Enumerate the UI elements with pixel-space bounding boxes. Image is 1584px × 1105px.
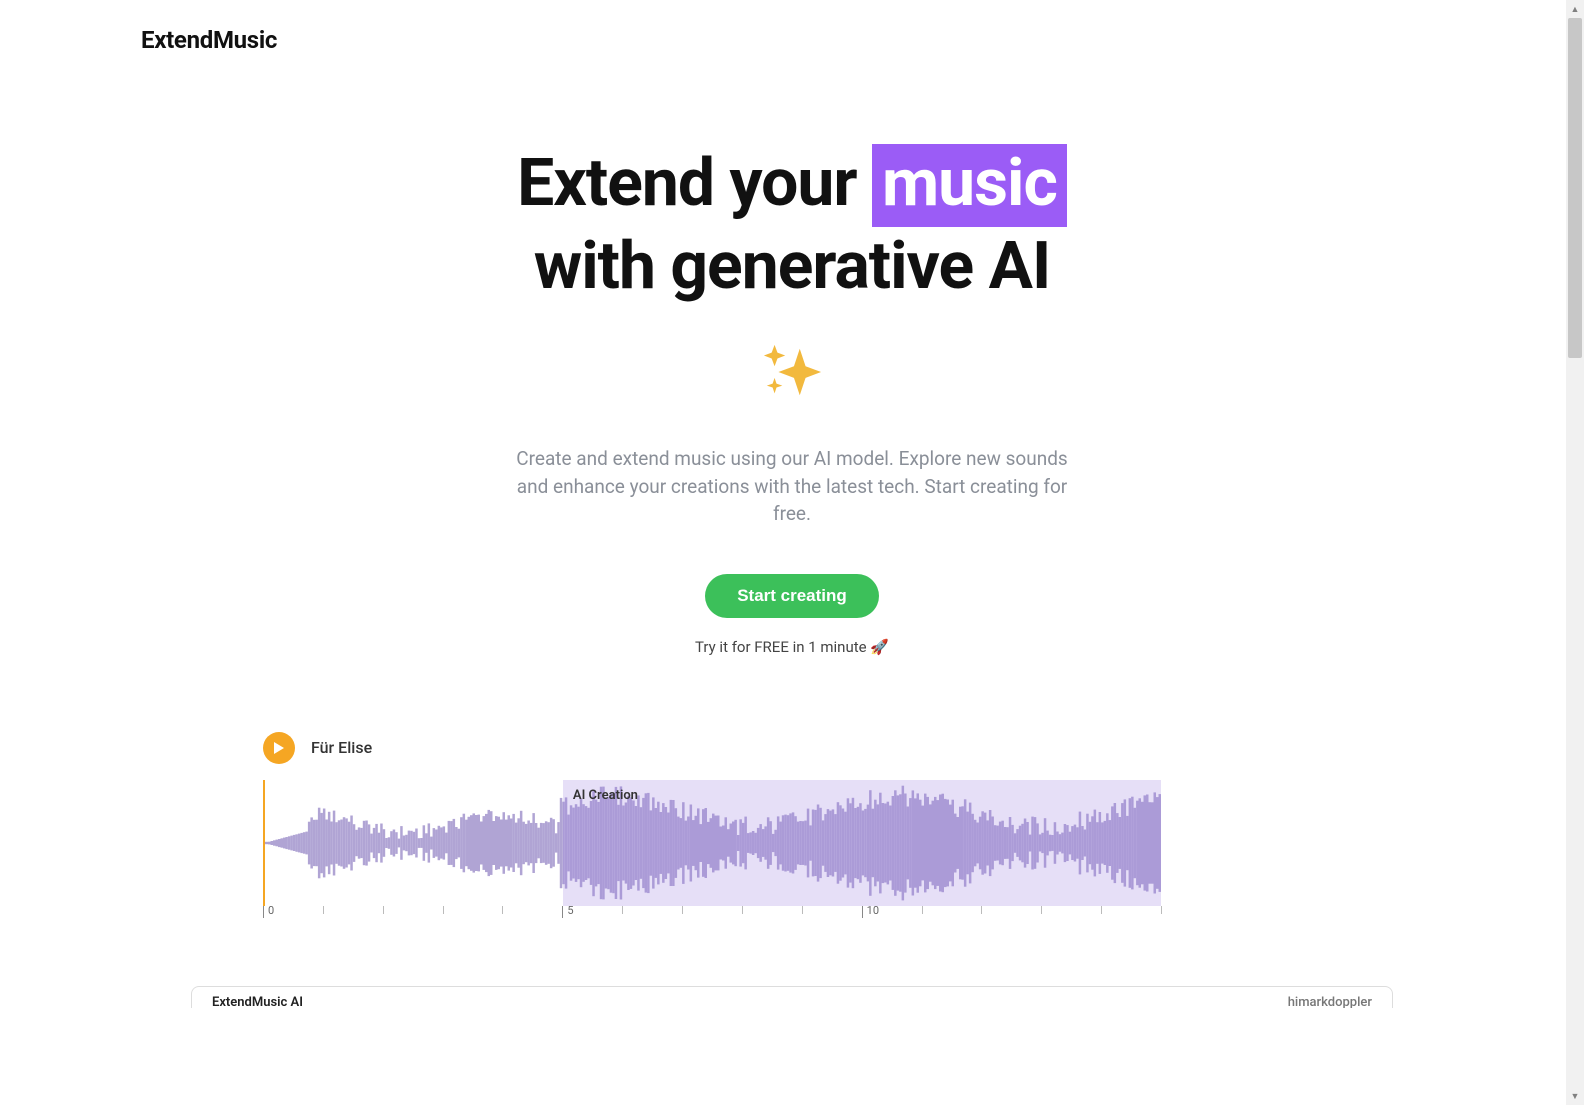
- ai-creation-region: AI Creation: [563, 780, 1161, 906]
- hero-section: Extend your music with generative AI Cre…: [141, 144, 1443, 656]
- play-icon: [273, 742, 285, 754]
- hero-subcopy: Create and extend music using our AI mod…: [512, 445, 1072, 528]
- headline-prefix: Extend your: [517, 145, 872, 222]
- headline-line2: with generative AI: [534, 228, 1051, 305]
- waveform[interactable]: AI Creation: [263, 780, 1161, 906]
- track-title: Für Elise: [311, 738, 372, 757]
- playhead[interactable]: [263, 780, 265, 906]
- page-scrollbar[interactable]: ▲ ▼: [1566, 0, 1584, 1105]
- bottom-left-label: ExtendMusic AI: [212, 995, 303, 1008]
- scroll-up-arrow[interactable]: ▲: [1566, 0, 1584, 18]
- sparkles-icon: [141, 341, 1443, 403]
- bottom-right-label: himarkdoppler: [1288, 995, 1372, 1008]
- ai-creation-label: AI Creation: [573, 788, 638, 803]
- bottom-card: ExtendMusic AI himarkdoppler: [191, 986, 1393, 1008]
- headline-highlight: music: [872, 144, 1067, 227]
- scroll-down-arrow[interactable]: ▼: [1566, 1087, 1584, 1105]
- player-section: Für Elise AI Creation 0510: [141, 732, 1443, 926]
- timeline: 0510: [263, 906, 1161, 926]
- play-button[interactable]: [263, 732, 295, 764]
- hero-headline: Extend your music with generative AI: [141, 144, 1443, 307]
- hero-tagline: Try it for FREE in 1 minute 🚀: [695, 638, 889, 656]
- start-creating-button[interactable]: Start creating: [705, 574, 879, 618]
- scroll-thumb[interactable]: [1568, 18, 1582, 358]
- brand-logo[interactable]: ExtendMusic: [141, 26, 1443, 54]
